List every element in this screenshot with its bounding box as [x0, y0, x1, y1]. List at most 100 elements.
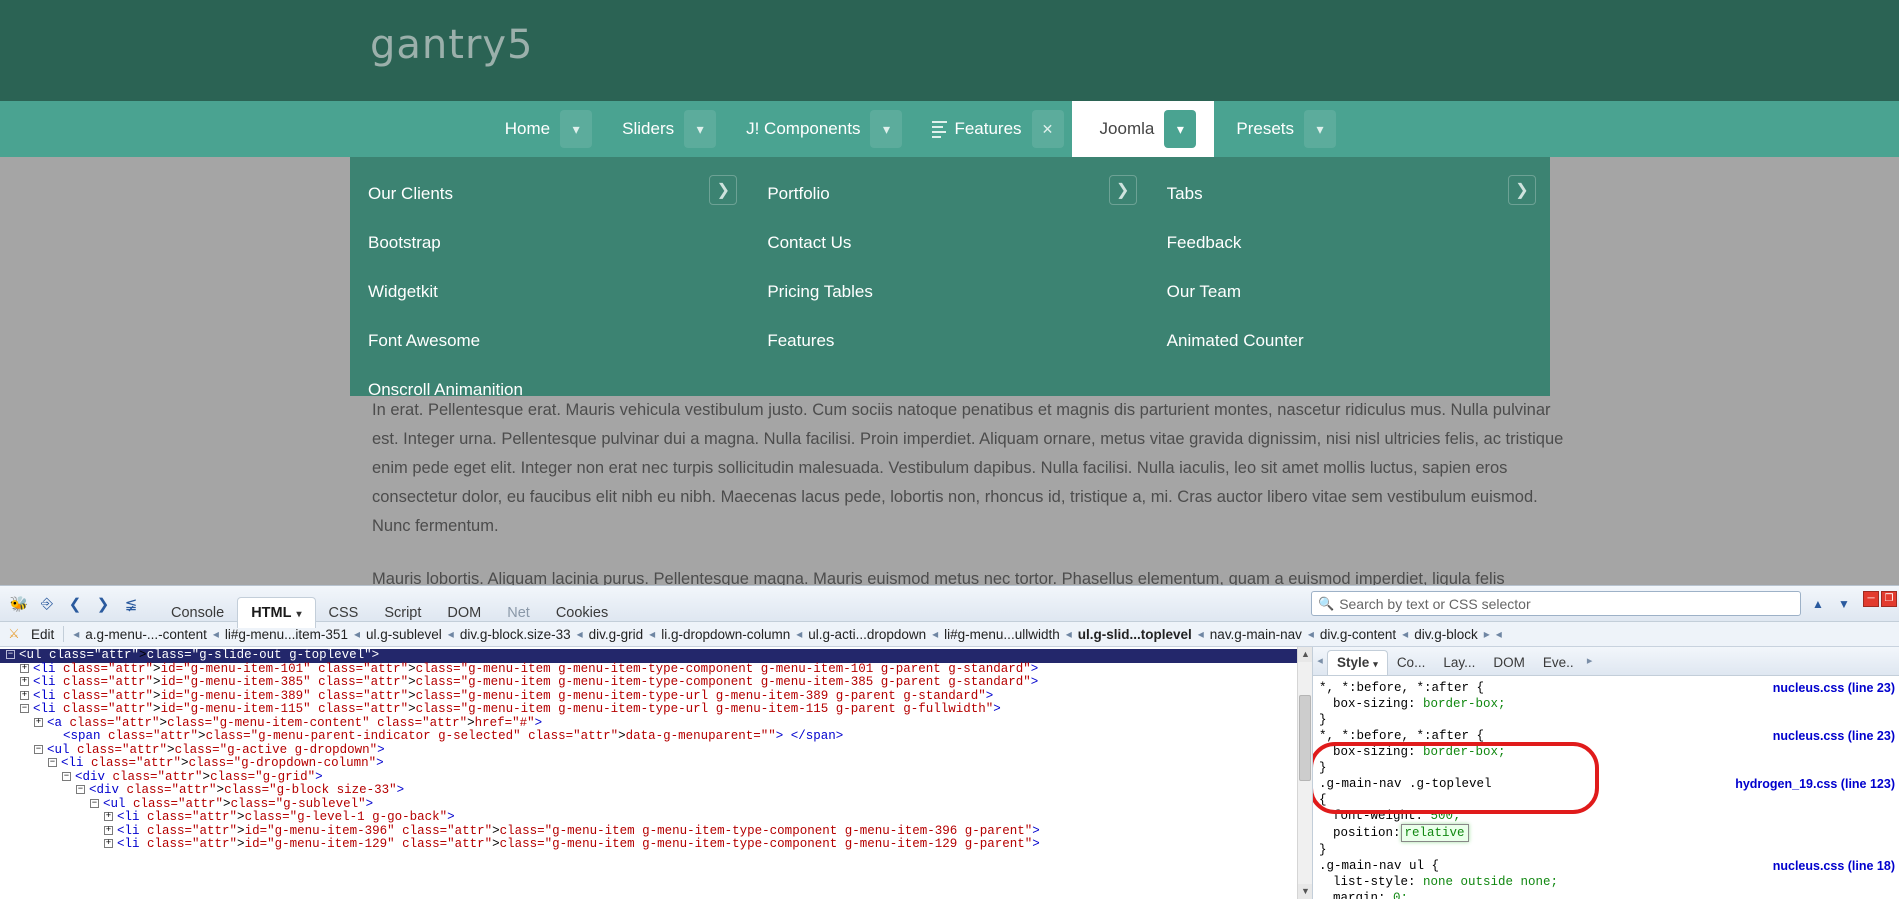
- collapse-toggle-icon[interactable]: −: [76, 785, 85, 795]
- style-tab-style[interactable]: Style ▾: [1327, 650, 1388, 675]
- expand-toggle-icon[interactable]: +: [34, 717, 43, 727]
- css-property-name[interactable]: list-style:: [1333, 875, 1423, 889]
- breadcrumb-item[interactable]: div.g-block.size-33: [457, 627, 574, 642]
- breadcrumb-item[interactable]: div.g-block: [1411, 627, 1481, 642]
- css-source-link[interactable]: nucleus.css (line 18): [1773, 858, 1895, 874]
- breadcrumb-item[interactable]: li#g-menu...ullwidth: [941, 627, 1063, 642]
- firebug-bug-icon[interactable]: 🐝: [6, 591, 32, 617]
- css-source-link[interactable]: hydrogen_19.css (line 123): [1735, 776, 1895, 792]
- css-property-name[interactable]: box-sizing:: [1333, 697, 1423, 711]
- tab-css[interactable]: CSS: [316, 598, 372, 628]
- tab-console[interactable]: Console: [158, 598, 237, 628]
- collapse-toggle-icon[interactable]: −: [90, 798, 99, 808]
- breadcrumb-item[interactable]: li.g-dropdown-column: [658, 627, 793, 642]
- nav-item-home[interactable]: Home ▾: [483, 101, 600, 157]
- html-source-line[interactable]: + <li class="attr">id="g-menu-item-129" c…: [0, 837, 1312, 852]
- html-source-panel[interactable]: − <ul class="attr">class="g-slide-out g-t…: [0, 647, 1313, 899]
- nav-item-sliders[interactable]: Sliders ▾: [600, 101, 724, 157]
- back-arrow-icon[interactable]: ❮: [62, 591, 88, 617]
- chevron-down-icon[interactable]: ▾: [1373, 659, 1378, 669]
- chevron-down-icon[interactable]: ▾: [1304, 110, 1336, 148]
- scrollbar-thumb[interactable]: [1299, 695, 1311, 781]
- chevron-down-icon[interactable]: ▾: [296, 609, 301, 620]
- expand-toggle-icon[interactable]: +: [104, 839, 113, 849]
- html-source-line[interactable]: − <ul class="attr">class="g-sublevel">: [0, 797, 1312, 812]
- expand-toggle-icon[interactable]: +: [104, 825, 113, 835]
- nav-item-features[interactable]: Features ✕: [910, 101, 1071, 157]
- html-source-line[interactable]: + <li class="attr">id="g-menu-item-385" c…: [0, 675, 1312, 690]
- chevron-down-icon[interactable]: ▾: [684, 110, 717, 148]
- breadcrumb-item[interactable]: ul.g-sublevel: [363, 627, 445, 642]
- forward-arrow-icon[interactable]: ❯: [90, 591, 116, 617]
- breadcrumb-item[interactable]: a.g-menu-...-content: [82, 627, 210, 642]
- edit-button[interactable]: Edit: [28, 627, 57, 642]
- dropdown-item-widgetkit[interactable]: Widgetkit: [352, 267, 751, 316]
- search-next-button[interactable]: ▼: [1831, 591, 1857, 616]
- collapse-toggle-icon[interactable]: −: [62, 771, 71, 781]
- crumb-scroll-right-icon[interactable]: ▸: [1481, 627, 1493, 641]
- breadcrumb-item[interactable]: ul.g-acti...dropdown: [805, 627, 929, 642]
- css-rules-list[interactable]: *, *:before, *:after {nucleus.css (line …: [1313, 676, 1899, 899]
- breadcrumb-item[interactable]: div.g-content: [1317, 627, 1399, 642]
- html-panel-scrollbar[interactable]: ▲ ▼: [1297, 647, 1312, 899]
- tab-dom[interactable]: DOM: [434, 598, 494, 628]
- breadcrumb-item[interactable]: nav.g-main-nav: [1207, 627, 1305, 642]
- html-source-line[interactable]: − <div class="attr">class="g-block size-3…: [0, 783, 1312, 798]
- close-icon[interactable]: ✕: [1031, 110, 1064, 148]
- indent-list-icon[interactable]: ≨: [118, 591, 144, 617]
- css-property-value[interactable]: none outside none;: [1423, 875, 1558, 889]
- css-rule[interactable]: *, *:before, *:after {nucleus.css (line …: [1313, 728, 1899, 776]
- html-source-line[interactable]: − <li class="attr">id="g-menu-item-115" c…: [0, 702, 1312, 717]
- dropdown-item-features[interactable]: Features: [751, 316, 1150, 365]
- tab-script[interactable]: Script: [371, 598, 434, 628]
- css-property-name[interactable]: position:: [1333, 826, 1401, 840]
- css-property[interactable]: font-weight: 500;: [1319, 808, 1893, 824]
- search-input[interactable]: [1337, 594, 1794, 613]
- chevron-right-icon[interactable]: ❯: [1507, 175, 1536, 205]
- css-property-name[interactable]: box-sizing:: [1333, 745, 1423, 759]
- style-tab-layout[interactable]: Lay...: [1434, 651, 1484, 675]
- html-source-code[interactable]: − <ul class="attr">class="g-slide-out g-t…: [0, 647, 1312, 852]
- style-tabs-scroll-left-icon[interactable]: ◂: [1313, 647, 1327, 675]
- css-rule[interactable]: *, *:before, *:after {nucleus.css (line …: [1313, 680, 1899, 728]
- css-source-link[interactable]: nucleus.css (line 23): [1773, 728, 1895, 744]
- css-property-value[interactable]: border-box;: [1423, 697, 1506, 711]
- html-source-line[interactable]: − <li class="attr">class="g-dropdown-colu…: [0, 756, 1312, 771]
- expand-toggle-icon[interactable]: +: [20, 690, 29, 700]
- css-rule[interactable]: .g-main-nav ul {nucleus.css (line 18) lis…: [1313, 858, 1899, 899]
- expand-toggle-icon[interactable]: +: [20, 663, 29, 673]
- site-logo[interactable]: gantry5: [370, 22, 534, 68]
- css-property[interactable]: list-style: none outside none;: [1319, 874, 1893, 890]
- dropdown-item-bootstrap[interactable]: Bootstrap: [352, 218, 751, 267]
- search-box[interactable]: 🔍: [1311, 591, 1801, 616]
- css-property-name[interactable]: font-weight:: [1333, 809, 1431, 823]
- css-property-value[interactable]: 500;: [1431, 809, 1461, 823]
- chevron-down-icon[interactable]: ▾: [870, 110, 903, 148]
- css-property-value[interactable]: border-box;: [1423, 745, 1506, 759]
- dropdown-item-feedback[interactable]: Feedback: [1151, 218, 1550, 267]
- chevron-right-icon[interactable]: ❯: [1108, 175, 1137, 205]
- style-tab-events[interactable]: Eve..: [1534, 651, 1583, 675]
- style-tab-dom[interactable]: DOM: [1484, 651, 1534, 675]
- scroll-down-icon[interactable]: ▼: [1298, 884, 1312, 899]
- breadcrumb-item-selected[interactable]: ul.g-slid...toplevel: [1075, 627, 1195, 642]
- css-source-link[interactable]: nucleus.css (line 23): [1773, 680, 1895, 696]
- crumb-more-icon[interactable]: ◂: [1493, 627, 1505, 641]
- expand-toggle-icon[interactable]: +: [20, 677, 29, 687]
- html-source-line[interactable]: + <a class="attr">class="g-menu-item-cont…: [0, 716, 1312, 731]
- scroll-up-icon[interactable]: ▲: [1298, 647, 1312, 662]
- minimize-button[interactable]: ─: [1863, 591, 1879, 607]
- html-source-line[interactable]: + <li class="attr">class="g-level-1 g-go-…: [0, 810, 1312, 825]
- collapse-toggle-icon[interactable]: −: [20, 704, 29, 714]
- css-property[interactable]: box-sizing: border-box;: [1319, 744, 1893, 760]
- nav-item-joomla[interactable]: Joomla ▾: [1071, 101, 1215, 157]
- nav-item-presets[interactable]: Presets ▾: [1214, 101, 1344, 157]
- search-prev-button[interactable]: ▲: [1805, 591, 1831, 616]
- dropdown-item-font-awesome[interactable]: Font Awesome: [352, 316, 751, 365]
- crumb-scroll-left-icon[interactable]: ◂: [70, 627, 82, 641]
- restore-button[interactable]: ❐: [1881, 591, 1897, 607]
- css-rule[interactable]: .g-main-nav .g-toplevel hydrogen_19.css (…: [1313, 776, 1899, 858]
- chevron-right-icon[interactable]: ❯: [709, 175, 738, 205]
- css-property-value-editor[interactable]: relative: [1400, 824, 1469, 842]
- style-tab-computed[interactable]: Co...: [1388, 651, 1435, 675]
